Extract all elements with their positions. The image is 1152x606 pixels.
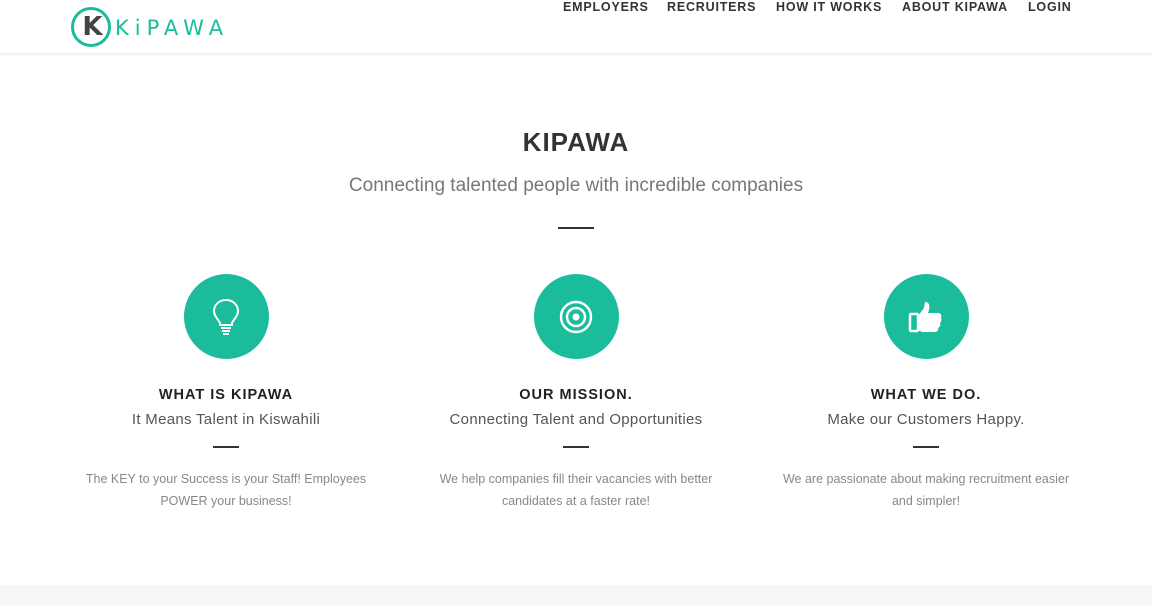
feature-text: We help companies fill their vacancies w… <box>439 472 713 508</box>
feature-icon-circle <box>533 274 619 359</box>
hero-subtitle: Connecting talented people with incredib… <box>348 175 804 196</box>
feature-divider <box>913 446 939 448</box>
feature-icon-circle <box>883 274 969 359</box>
feature-our-mission: OUR MISSION. Connecting Talent and Oppor… <box>396 274 756 512</box>
feature-icon-circle <box>183 274 269 359</box>
feature-what-we-do: WHAT WE DO. Make our Customers Happy. We… <box>746 274 1106 512</box>
nav-how-it-works[interactable]: HOW IT WORKS <box>776 0 882 14</box>
feature-subtitle: It Means Talent in Kiswahili <box>131 411 321 428</box>
hero-title: KIPAWA <box>522 127 630 157</box>
logo-letter: K <box>82 12 103 42</box>
feature-divider <box>563 446 589 448</box>
hero-divider <box>558 227 594 229</box>
feature-text: The KEY to your Success is your Staff! E… <box>85 472 367 508</box>
logo[interactable]: K KiPAWA <box>71 4 229 50</box>
lightbulb-icon <box>212 298 240 335</box>
feature-subtitle: Make our Customers Happy. <box>827 411 1025 428</box>
thumbs-up-icon <box>908 301 942 332</box>
nav-recruiters[interactable]: RECRUITERS <box>667 0 756 14</box>
feature-title: WHAT WE DO. <box>870 387 982 403</box>
target-icon <box>559 300 593 333</box>
navbar: K KiPAWA EMPLOYERS RECRUITERS HOW IT WOR… <box>0 0 1152 53</box>
next-section-band <box>0 585 1152 606</box>
feature-subtitle: Connecting Talent and Opportunities <box>449 411 703 428</box>
logo-mark-icon: K <box>71 7 111 47</box>
nav-employers[interactable]: EMPLOYERS <box>563 0 649 14</box>
logo-text: KiPAWA <box>115 16 230 40</box>
nav-login[interactable]: LOGIN <box>1028 0 1072 14</box>
feature-text: We are passionate about making recruitme… <box>782 472 1070 508</box>
feature-divider <box>213 446 239 448</box>
feature-title: OUR MISSION. <box>519 387 633 403</box>
feature-title: WHAT IS KIPAWA <box>158 387 294 403</box>
nav-about-kipawa[interactable]: ABOUT KIPAWA <box>902 0 1008 14</box>
feature-what-is-kipawa: WHAT IS KIPAWA It Means Talent in Kiswah… <box>46 274 406 512</box>
